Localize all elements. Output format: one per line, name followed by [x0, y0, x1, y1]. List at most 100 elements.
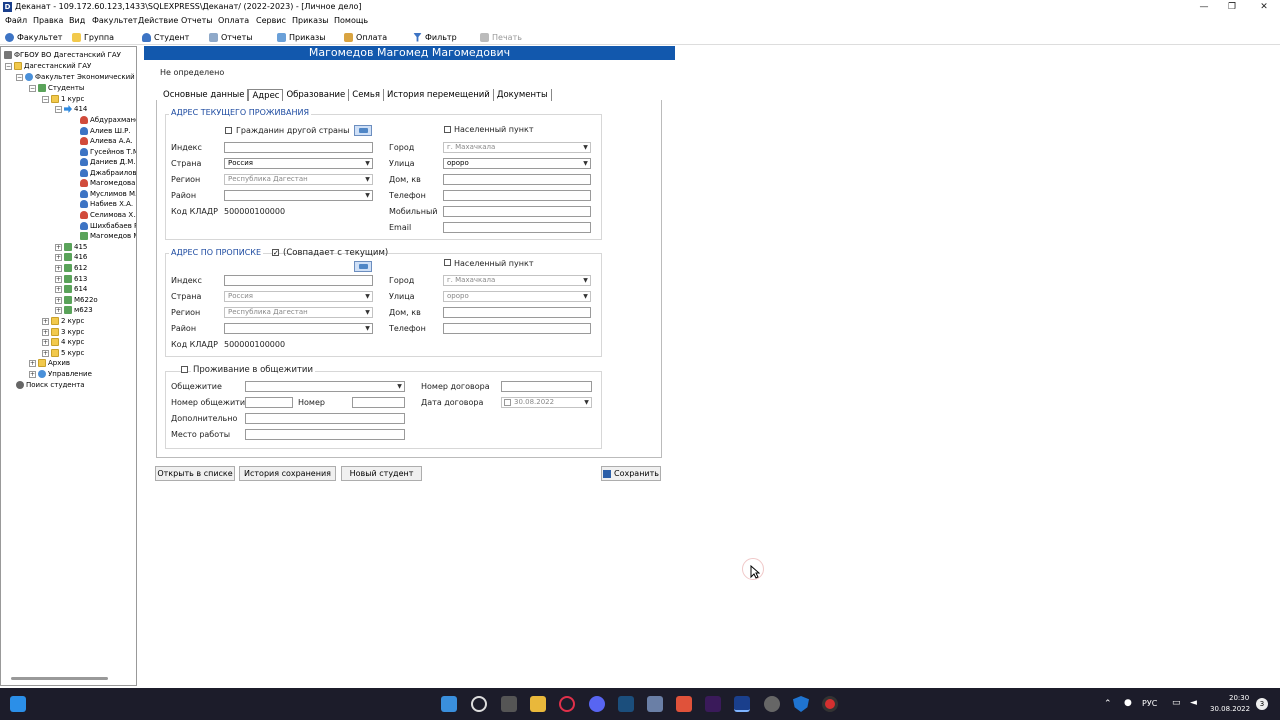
tree-student[interactable]: Джабраилов: [80, 168, 136, 178]
collapse-icon[interactable]: −: [42, 95, 49, 103]
tree-node-group[interactable]: +415: [55, 242, 87, 252]
collapse-icon[interactable]: −: [5, 62, 12, 70]
discord-icon[interactable]: [589, 696, 605, 712]
expand-icon[interactable]: +: [55, 296, 62, 304]
tree-student[interactable]: Даниев Д.М.: [80, 157, 136, 167]
tree-node-group[interactable]: + м623: [55, 305, 93, 315]
chevron-down-icon[interactable]: ▼: [581, 159, 590, 168]
city-select[interactable]: г. Махачкала ▼: [443, 142, 591, 153]
filter-tool-button[interactable]: Фильтр: [413, 31, 457, 43]
workplace-input[interactable]: [245, 429, 405, 440]
tree-node-archive[interactable]: + Архив: [29, 358, 70, 368]
contract-date-picker[interactable]: 30.08.2022 ▼: [501, 397, 592, 408]
expand-icon[interactable]: +: [42, 328, 49, 336]
file-explorer-icon[interactable]: [530, 696, 546, 712]
menu-file[interactable]: Файл: [5, 16, 27, 25]
expand-icon[interactable]: +: [29, 370, 36, 378]
mobile-input[interactable]: [443, 206, 591, 217]
chevron-down-icon[interactable]: ▼: [582, 398, 591, 407]
clock-time[interactable]: 20:30: [1229, 694, 1249, 702]
menu-payment[interactable]: Оплата: [218, 16, 249, 25]
tree-node-course[interactable]: +2 курс: [42, 316, 84, 326]
reg-district-select[interactable]: ▼: [224, 323, 373, 334]
tree-student[interactable]: Шихбабаев Р.: [80, 221, 136, 231]
reg-country-select[interactable]: Россия ▼: [224, 291, 373, 302]
house-input[interactable]: [443, 174, 591, 185]
tree-node-search[interactable]: Поиск студента: [16, 380, 85, 390]
room-input[interactable]: [352, 397, 405, 408]
country-select[interactable]: Россия ▼: [224, 158, 373, 169]
same-as-current-checkbox[interactable]: ✓: [272, 249, 279, 257]
faculty-tool-button[interactable]: Факультет: [5, 31, 62, 43]
menu-help[interactable]: Помощь: [334, 16, 368, 25]
reg-city-select[interactable]: г. Махачкала ▼: [443, 275, 591, 286]
print-tool-button[interactable]: Печать: [480, 31, 522, 43]
tree-node-faculty[interactable]: − Факультет Экономический: [16, 72, 135, 82]
start-menu-icon[interactable]: [441, 696, 457, 712]
next-app-icon[interactable]: [705, 696, 721, 712]
menu-service[interactable]: Сервис: [256, 16, 286, 25]
task-view-icon[interactable]: [501, 696, 517, 712]
date-enable-checkbox[interactable]: [504, 399, 511, 406]
menu-faculty[interactable]: Факультет: [92, 16, 137, 25]
tree-node-course[interactable]: +3 курс: [42, 327, 84, 337]
tree-student[interactable]: Селимова Х.Х: [80, 210, 136, 220]
locality-checkbox[interactable]: [444, 126, 451, 133]
tree-node-group[interactable]: +614: [55, 284, 87, 294]
tree-student[interactable]: Муслимов М.Е: [80, 189, 136, 199]
dekanat-app-icon[interactable]: [734, 696, 750, 712]
save-history-button[interactable]: История сохранения: [239, 466, 336, 481]
clock-date[interactable]: 30.08.2022: [1210, 705, 1250, 713]
chevron-down-icon[interactable]: ▼: [395, 382, 404, 391]
email-input[interactable]: [443, 222, 591, 233]
tree-student[interactable]: Алиева А.А.: [80, 136, 133, 146]
tree-node-root[interactable]: ФГБОУ ВО Дагестанский ГАУ: [4, 50, 121, 60]
tree-node-group-414[interactable]: − 414: [55, 104, 87, 114]
dorm-number-input[interactable]: [245, 397, 293, 408]
additional-input[interactable]: [245, 413, 405, 424]
network-icon[interactable]: ▭: [1172, 698, 1181, 708]
maximize-button[interactable]: ❐: [1216, 0, 1248, 14]
phone-input[interactable]: [443, 190, 591, 201]
index-input[interactable]: [224, 142, 373, 153]
address-picker-icon[interactable]: [354, 125, 372, 136]
menu-view[interactable]: Вид: [69, 16, 85, 25]
chevron-down-icon[interactable]: ▼: [581, 143, 590, 152]
shield-icon[interactable]: [793, 696, 809, 712]
chevron-down-icon[interactable]: ▼: [363, 191, 372, 200]
tree-node-course1[interactable]: − 1 курс: [42, 94, 84, 104]
expand-icon[interactable]: +: [29, 359, 36, 367]
chevron-down-icon[interactable]: ▼: [363, 292, 372, 301]
tree-student[interactable]: Гусейнов Т.М: [80, 147, 136, 157]
close-button[interactable]: ✕: [1248, 0, 1280, 14]
reports-tool-button[interactable]: Отчеты: [209, 31, 253, 43]
tree-node-course[interactable]: +5 курс: [42, 348, 84, 358]
open-in-list-button[interactable]: Открыть в списке: [155, 466, 235, 481]
collapse-icon[interactable]: −: [16, 73, 23, 81]
save-button[interactable]: Сохранить: [601, 466, 661, 481]
search-icon[interactable]: [471, 696, 487, 712]
district-select[interactable]: ▼: [224, 190, 373, 201]
orders-tool-button[interactable]: Приказы: [277, 31, 326, 43]
tree-student-selected[interactable]: Магомедов М: [80, 231, 136, 241]
street-select[interactable]: ороро ▼: [443, 158, 591, 169]
reg-locality-checkbox[interactable]: [444, 259, 451, 266]
expand-icon[interactable]: +: [55, 285, 62, 293]
expand-icon[interactable]: +: [55, 275, 62, 283]
settings-gear-icon[interactable]: [764, 696, 780, 712]
student-tool-button[interactable]: Студент: [142, 31, 189, 43]
chevron-down-icon[interactable]: ▼: [363, 159, 372, 168]
reg-phone-input[interactable]: [443, 323, 591, 334]
tree-node-university[interactable]: − Дагестанский ГАУ: [5, 61, 91, 71]
payment-tool-button[interactable]: Оплата: [344, 31, 387, 43]
group-tool-button[interactable]: Группа: [72, 31, 114, 43]
contract-number-input[interactable]: [501, 381, 592, 392]
collapse-icon[interactable]: −: [55, 105, 62, 113]
reg-street-select[interactable]: ороро ▼: [443, 291, 591, 302]
expand-icon[interactable]: +: [55, 306, 62, 314]
opera-icon[interactable]: [559, 696, 575, 712]
anydesk-icon[interactable]: [676, 696, 692, 712]
chevron-down-icon[interactable]: ▼: [581, 292, 590, 301]
chevron-down-icon[interactable]: ▼: [363, 324, 372, 333]
expand-icon[interactable]: +: [42, 349, 49, 357]
